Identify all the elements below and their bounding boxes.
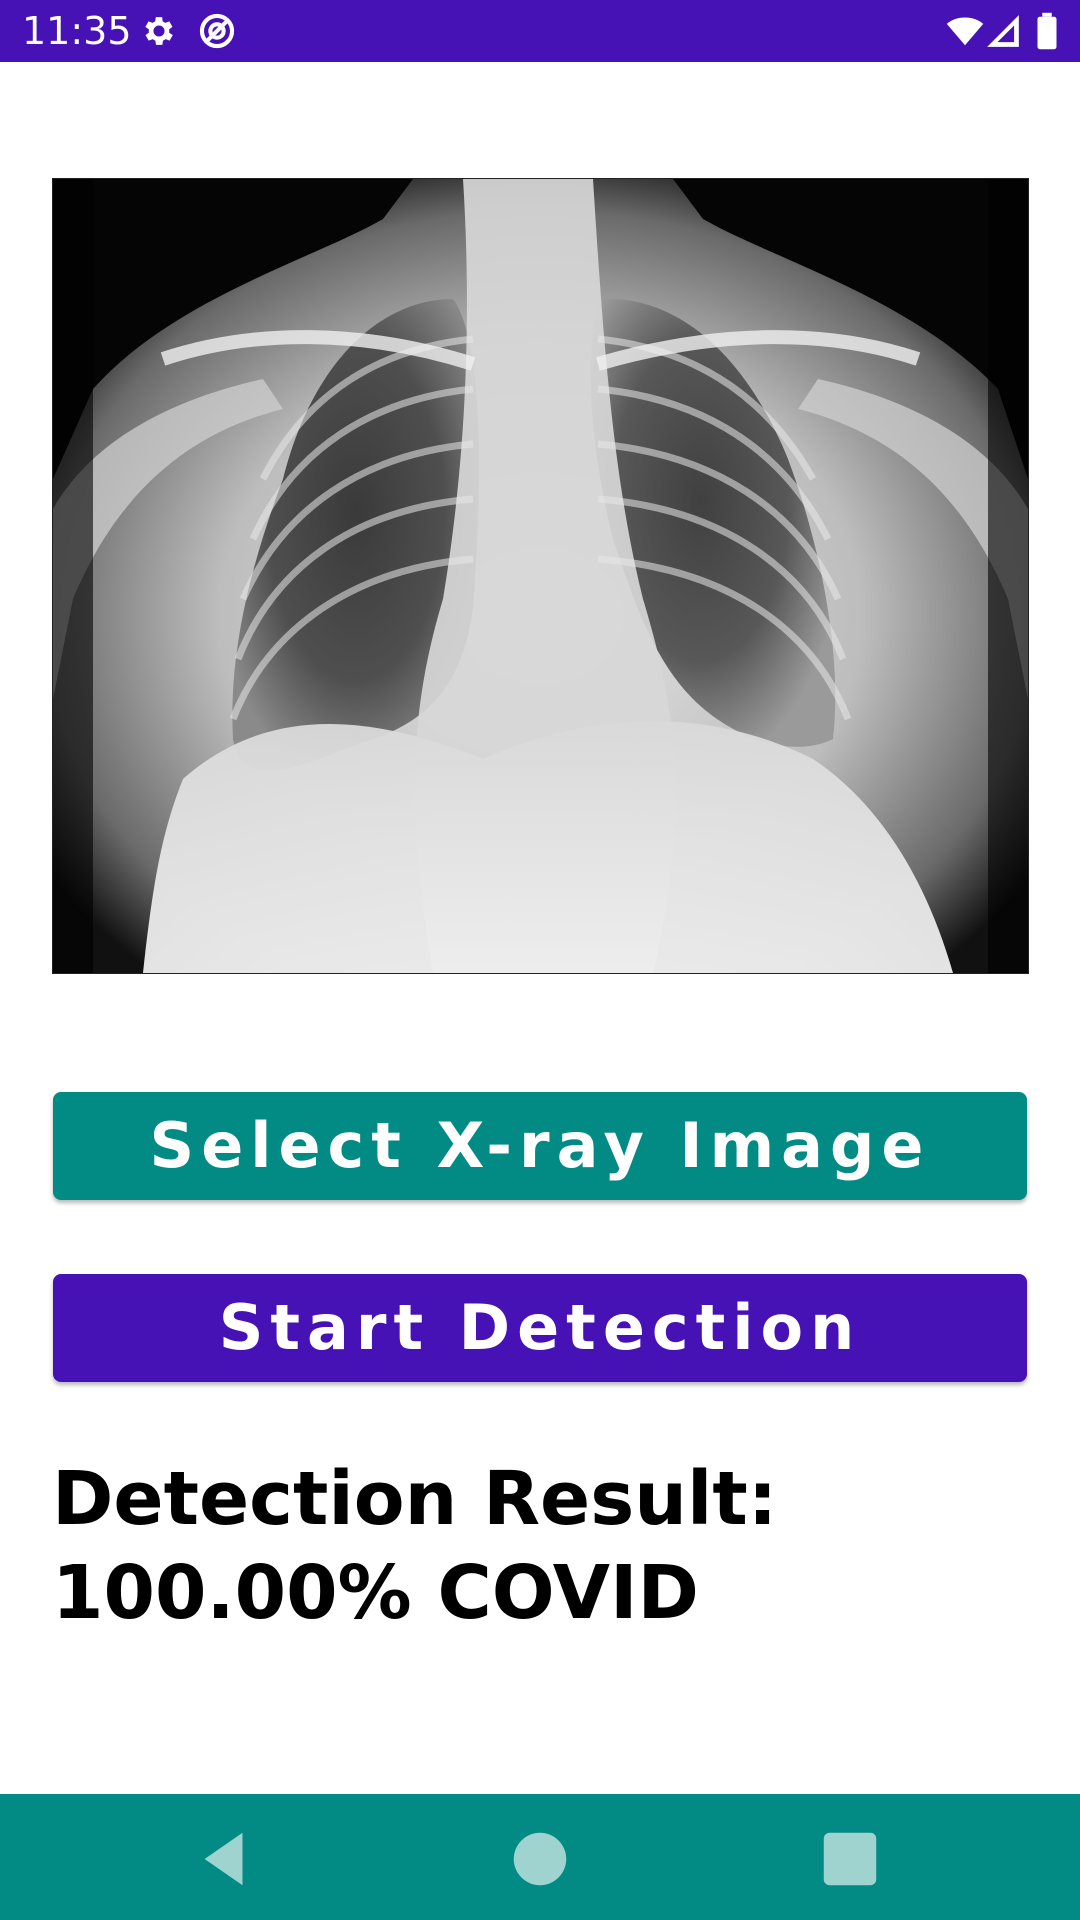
navigation-bar [0,1794,1080,1920]
no-sync-icon [199,13,235,49]
recents-icon[interactable] [815,1824,885,1894]
status-bar: 11:35 [0,0,1080,62]
select-xray-image-button[interactable]: Select X-ray Image [53,1092,1027,1200]
battery-icon [1037,12,1057,50]
status-time: 11:35 [22,9,132,53]
wifi-icon [946,17,984,46]
back-icon[interactable] [190,1824,260,1894]
xray-image-graphic [53,179,1028,973]
detection-result-text: Detection Result: 100.00% COVID [52,1456,778,1636]
gear-icon [145,17,173,45]
start-detection-button[interactable]: Start Detection [53,1274,1027,1382]
chest-xray-image [52,178,1029,974]
cell-signal-icon [987,15,1019,47]
home-icon[interactable] [505,1824,575,1894]
